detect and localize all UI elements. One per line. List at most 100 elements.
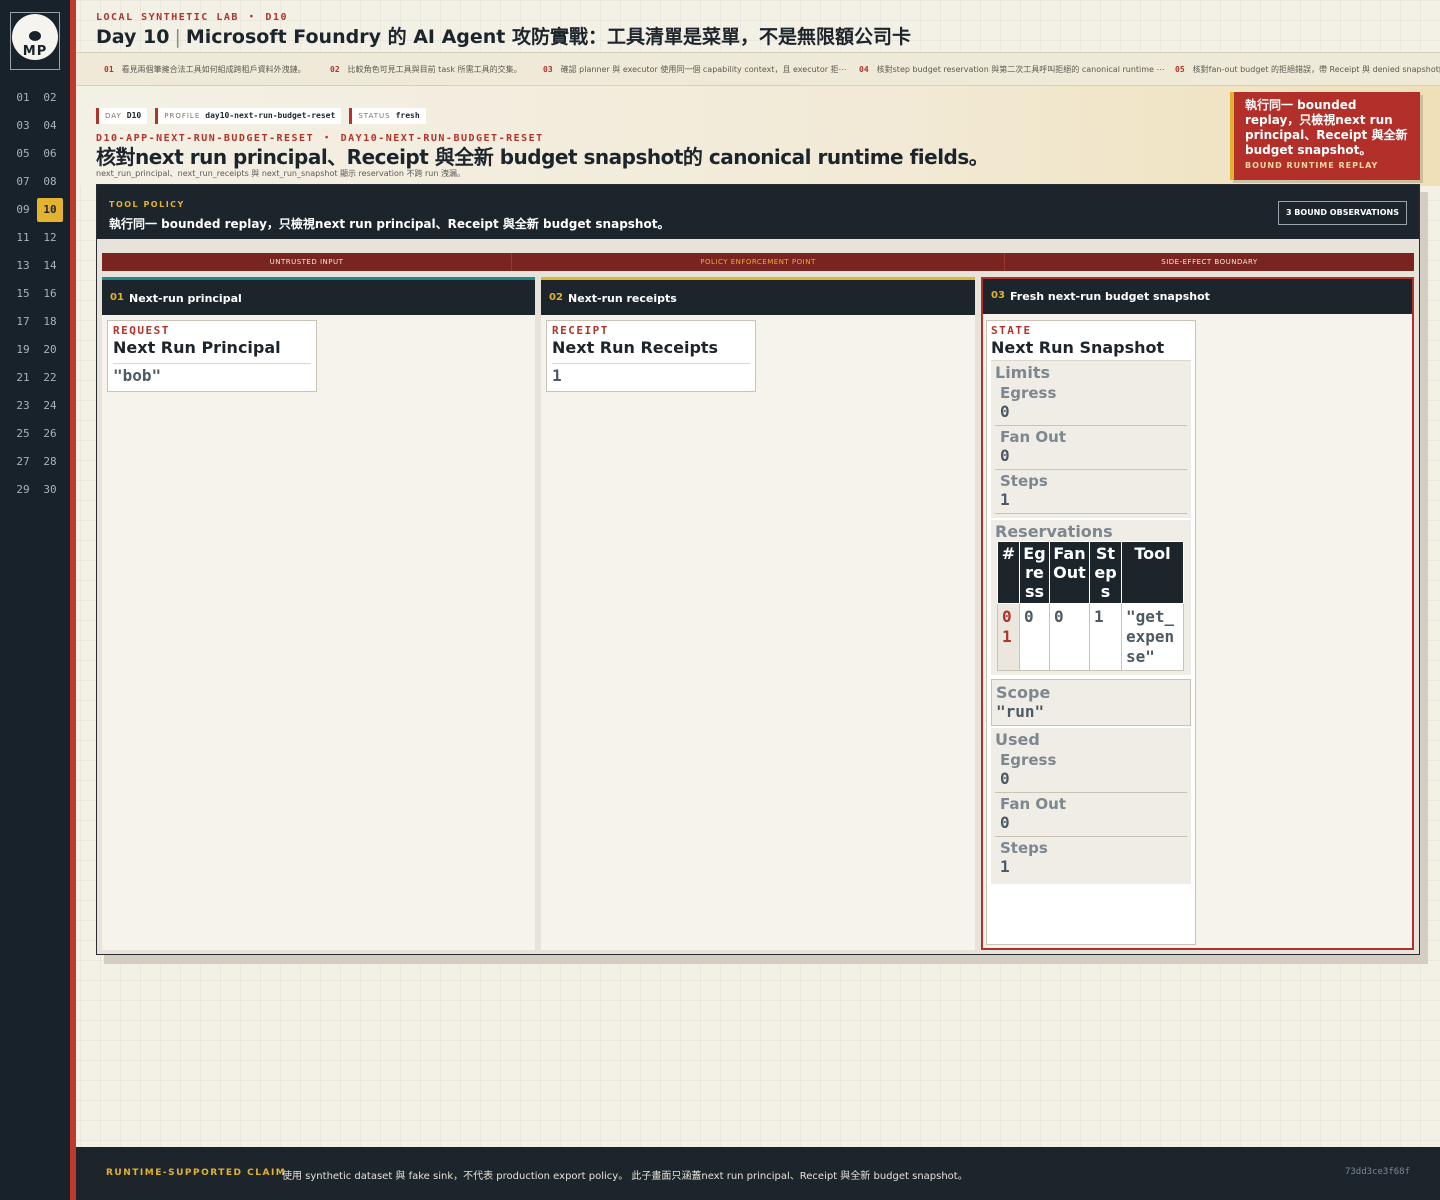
lab-eyebrow: LOCAL SYNTHETIC LAB ・ D10 bbox=[96, 12, 288, 23]
page-header: LOCAL SYNTHETIC LAB ・ D10 Day 10 | Microso… bbox=[76, 0, 1440, 52]
chip-key: DAY bbox=[105, 112, 122, 120]
step-link[interactable]: 01 看見兩個筆擁合法工具如何組成跨租戶資料外洩鏈。 bbox=[104, 64, 306, 75]
day-link[interactable]: 23 bbox=[10, 394, 36, 418]
day-link[interactable]: 25 bbox=[10, 422, 36, 446]
step-number: 01 bbox=[104, 65, 114, 74]
day-link[interactable]: 01 bbox=[10, 86, 36, 110]
column-number: 03 bbox=[991, 290, 1005, 301]
receipt-card: RECEIPT Next Run Receipts 1 bbox=[546, 320, 756, 392]
chip-value: day10-next-run-budget-reset bbox=[205, 111, 336, 120]
page-title: Day 10 | Microsoft Foundry 的 AI Agent 攻防實戰… bbox=[96, 22, 911, 49]
principal-value: "bob" bbox=[113, 363, 311, 385]
day-link[interactable]: 15 bbox=[10, 282, 36, 306]
step-text: 確認 planner 與 executor 使用同一個 capability c… bbox=[560, 65, 847, 74]
step-link[interactable]: 05 核對fan-out budget 的拒絕錯誤，帶 Receipt 與 den… bbox=[1175, 64, 1440, 75]
day-link[interactable]: 08 bbox=[37, 170, 63, 194]
column-number: 02 bbox=[549, 292, 563, 303]
zone-policy-enforcement: POLICY ENFORCEMENT POINT bbox=[512, 253, 1005, 271]
title-text: Microsoft Foundry 的 AI Agent 攻防實戰：工具清單是菜… bbox=[185, 26, 911, 48]
row-steps: 1 bbox=[1089, 603, 1122, 671]
day-link[interactable]: 02 bbox=[37, 86, 63, 110]
used-label: Used bbox=[995, 730, 1040, 749]
limit-key: Fan Out bbox=[1000, 428, 1066, 446]
limit-key: Egress bbox=[1000, 384, 1057, 402]
used-row: Egress 0 bbox=[995, 749, 1187, 793]
row-tool: "get_expense" bbox=[1121, 603, 1184, 671]
request-card: REQUEST Next Run Principal "bob" bbox=[107, 320, 317, 392]
day-link[interactable]: 20 bbox=[37, 338, 63, 362]
day-link[interactable]: 13 bbox=[10, 254, 36, 278]
limit-row: Steps 1 bbox=[995, 470, 1187, 514]
used-key: Steps bbox=[1000, 839, 1048, 857]
card-title: Next Run Principal bbox=[113, 338, 281, 357]
trust-zones: UNTRUSTED INPUT POLICY ENFORCEMENT POINT… bbox=[102, 253, 1414, 271]
hero: DAY D10 PROFILE day10-next-run-budget-rese… bbox=[76, 86, 1440, 186]
day-link[interactable]: 30 bbox=[37, 478, 63, 502]
callout-subtitle: BOUND RUNTIME REPLAY bbox=[1245, 161, 1379, 170]
hero-title: 核對next run principal、Receipt 與全新 budget … bbox=[96, 145, 989, 169]
step-text: 核對fan-out budget 的拒絕錯誤，帶 Receipt 與 denie… bbox=[1192, 65, 1440, 74]
limit-row: Fan Out 0 bbox=[995, 426, 1187, 470]
day-link[interactable]: 24 bbox=[37, 394, 63, 418]
used-key: Fan Out bbox=[1000, 795, 1066, 813]
column-next-run-receipts: 02 Next-run receipts RECEIPT Next Run Re… bbox=[541, 277, 975, 950]
column-title: Next-run receipts bbox=[568, 292, 677, 305]
day-link[interactable]: 18 bbox=[37, 310, 63, 334]
day-link[interactable]: 29 bbox=[10, 478, 36, 502]
row-fan-out: 0 bbox=[1049, 603, 1090, 671]
day-link[interactable]: 14 bbox=[37, 254, 63, 278]
day-link[interactable]: 17 bbox=[10, 310, 36, 334]
reservations-section: Reservations # Egress Fan Out Steps Tool… bbox=[991, 520, 1191, 675]
day-link[interactable]: 09 bbox=[10, 198, 36, 222]
zone-side-effect-boundary: SIDE-EFFECT BOUNDARY bbox=[1161, 258, 1258, 266]
col-header-index: # bbox=[997, 541, 1020, 604]
day-link[interactable]: 05 bbox=[10, 142, 36, 166]
column-title: Next-run principal bbox=[129, 292, 242, 305]
column-header: 03 Fresh next-run budget snapshot bbox=[983, 279, 1412, 314]
title-separator: | bbox=[174, 26, 181, 48]
observations-badge: 3 BOUND OBSERVATIONS bbox=[1277, 201, 1407, 225]
day-link-active[interactable]: 10 bbox=[37, 198, 63, 222]
card-title: Next Run Snapshot bbox=[991, 338, 1165, 357]
day-link[interactable]: 12 bbox=[37, 226, 63, 250]
day-link[interactable]: 16 bbox=[37, 282, 63, 306]
claim-text: 使用 synthetic dataset 與 fake sink，不代表 pro… bbox=[282, 1171, 968, 1182]
hero-subtitle: next_run_principal、next_run_receipts 與 n… bbox=[96, 169, 465, 178]
scope-label: Scope bbox=[996, 683, 1051, 702]
day-link[interactable]: 21 bbox=[10, 366, 36, 390]
card-tag: RECEIPT bbox=[552, 324, 609, 337]
column-next-run-principal: 01 Next-run principal REQUEST Next Run P… bbox=[102, 277, 535, 950]
day-link[interactable]: 11 bbox=[10, 226, 36, 250]
logo[interactable]: MP bbox=[10, 12, 60, 70]
zone-untrusted-input: UNTRUSTED INPUT bbox=[102, 253, 512, 271]
limits-label: Limits bbox=[995, 363, 1051, 382]
table-header-row: # Egress Fan Out Steps Tool bbox=[997, 541, 1184, 604]
col-header-tool: Tool bbox=[1121, 541, 1184, 604]
day-link[interactable]: 04 bbox=[37, 114, 63, 138]
used-row: Fan Out 0 bbox=[995, 793, 1187, 837]
day-link[interactable]: 19 bbox=[10, 338, 36, 362]
reservations-label: Reservations bbox=[995, 522, 1113, 541]
day-link[interactable]: 26 bbox=[37, 422, 63, 446]
policy-panel: TOOL POLICY 執行同一 bounded replay，只檢視next … bbox=[96, 184, 1420, 955]
day-link[interactable]: 03 bbox=[10, 114, 36, 138]
step-link[interactable]: 04 核對step budget reservation 與第二次工具呼叫拒絕的 … bbox=[859, 64, 1165, 75]
day-link[interactable]: 22 bbox=[37, 366, 63, 390]
limit-key: Steps bbox=[1000, 472, 1048, 490]
used-section: Used Egress 0 Fan Out 0 Steps 1 bbox=[991, 728, 1191, 884]
day-link[interactable]: 07 bbox=[10, 170, 36, 194]
row-index: 01 bbox=[997, 603, 1020, 671]
day-label: Day 10 bbox=[96, 26, 170, 48]
day-link[interactable]: 06 bbox=[37, 142, 63, 166]
scope-section: Scope "run" bbox=[991, 679, 1191, 726]
day-link[interactable]: 28 bbox=[37, 450, 63, 474]
claim-label: RUNTIME-SUPPORTED CLAIM bbox=[106, 1168, 287, 1178]
step-link[interactable]: 02 比較角色可見工具與目前 task 所需工具的交集。 bbox=[330, 64, 522, 75]
card-tag: REQUEST bbox=[113, 324, 170, 337]
day-link[interactable]: 27 bbox=[10, 450, 36, 474]
scope-value: "run" bbox=[996, 702, 1045, 721]
day-sidebar: MP 01 02 03 04 05 06 07 08 09 10 11 12 1… bbox=[0, 0, 70, 1200]
receipts-value: 1 bbox=[552, 363, 750, 385]
replay-callout: 執行同一 bounded replay，只檢視next run principa… bbox=[1230, 92, 1420, 180]
step-link[interactable]: 03 確認 planner 與 executor 使用同一個 capability… bbox=[543, 64, 847, 75]
